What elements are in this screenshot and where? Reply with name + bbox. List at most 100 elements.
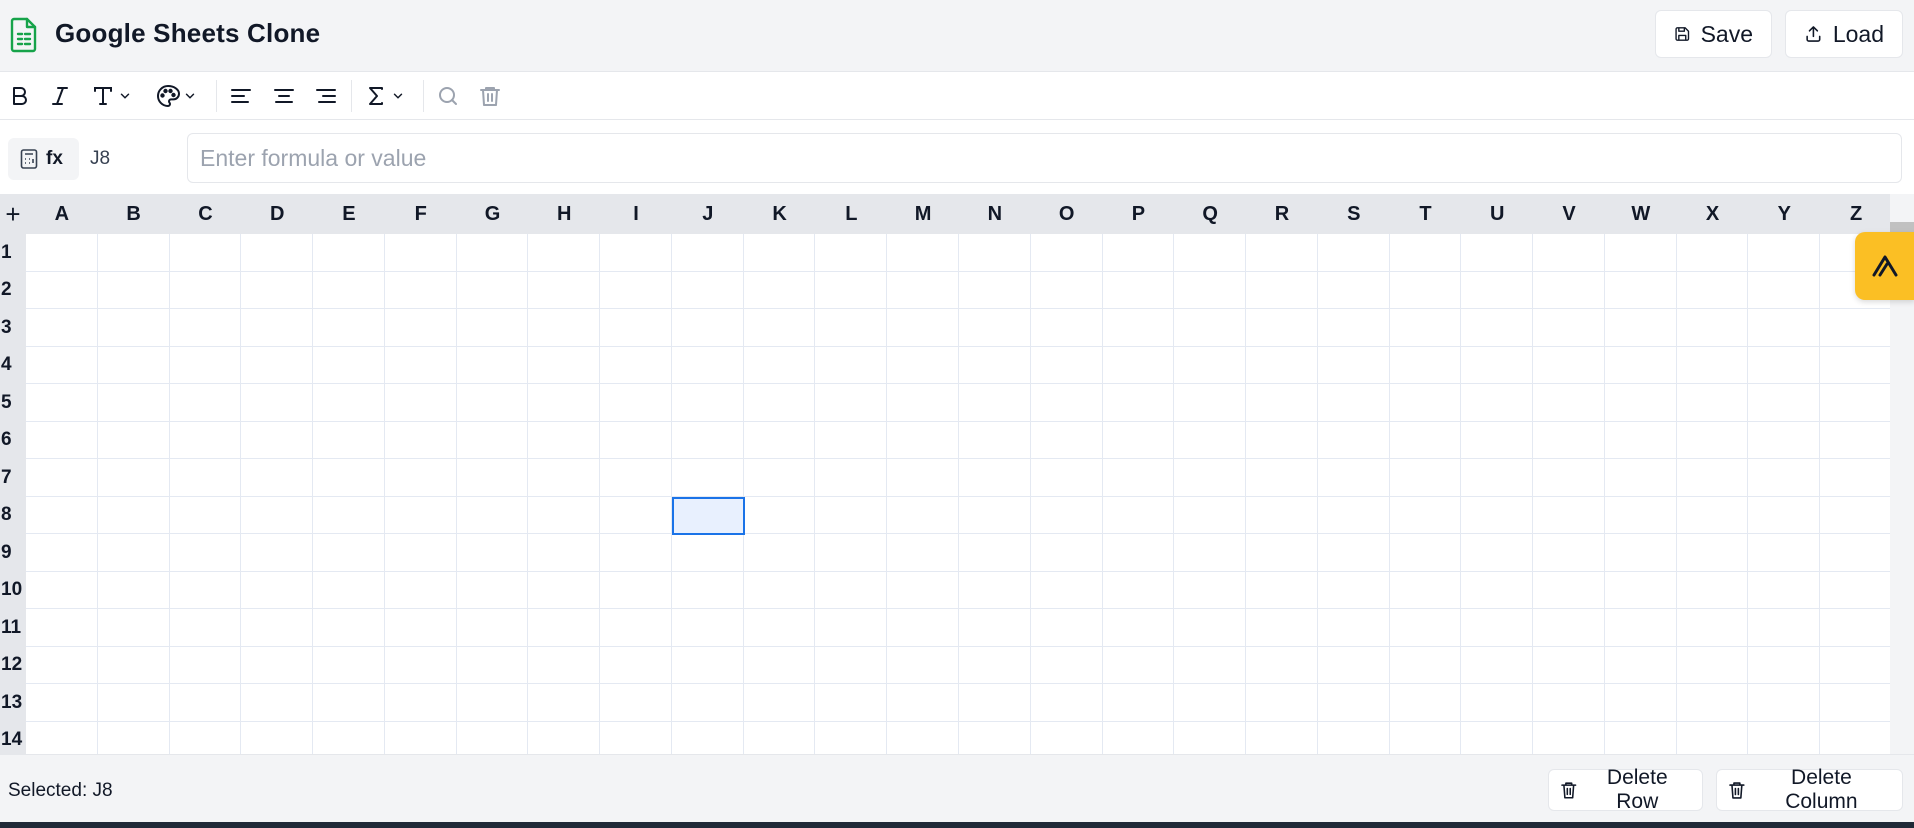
grid-cell[interactable] <box>1820 459 1890 497</box>
grid-cell[interactable] <box>1604 609 1677 647</box>
grid-cell[interactable] <box>1533 421 1605 459</box>
grid-cell[interactable] <box>1030 721 1103 754</box>
grid-cell[interactable] <box>97 309 170 347</box>
grid-cell[interactable] <box>1461 721 1534 754</box>
grid-cell[interactable] <box>1246 271 1318 309</box>
grid-cell[interactable] <box>241 571 314 609</box>
selected-cell[interactable] <box>671 496 745 535</box>
column-header[interactable]: O <box>1031 194 1103 234</box>
grid-cell[interactable] <box>1030 309 1103 347</box>
grid-cell[interactable] <box>456 384 529 422</box>
grid-cell[interactable] <box>1030 459 1103 497</box>
grid-cell[interactable] <box>313 271 385 309</box>
grid-cell[interactable] <box>743 646 816 684</box>
grid-cell[interactable] <box>1676 496 1749 534</box>
grid-cell[interactable] <box>1174 271 1247 309</box>
grid-cell[interactable] <box>1676 421 1749 459</box>
grid-cell[interactable] <box>169 571 242 609</box>
grid-cell[interactable] <box>1676 646 1749 684</box>
align-left-button[interactable] <box>229 82 253 110</box>
grid-cell[interactable] <box>671 609 744 647</box>
grid-cell[interactable] <box>600 646 672 684</box>
grid-cell[interactable] <box>1246 571 1318 609</box>
grid-cell[interactable] <box>1461 534 1534 572</box>
functions-dropdown[interactable] <box>364 82 405 110</box>
grid-cell[interactable] <box>1389 346 1462 384</box>
grid-cell[interactable] <box>671 459 744 497</box>
column-header[interactable]: Y <box>1748 194 1820 234</box>
row-header[interactable]: 7 <box>0 459 26 497</box>
grid-cell[interactable] <box>26 271 98 309</box>
grid-cell[interactable] <box>1820 496 1890 534</box>
text-size-dropdown[interactable] <box>91 82 132 110</box>
grid-cell[interactable] <box>1246 421 1318 459</box>
grid-cell[interactable] <box>1102 646 1175 684</box>
grid-cell[interactable] <box>887 459 959 497</box>
grid-cell[interactable] <box>1676 721 1749 754</box>
grid-cell[interactable] <box>1748 534 1821 572</box>
grid-cell[interactable] <box>241 646 314 684</box>
grid-cell[interactable] <box>1748 609 1821 647</box>
grid-cell[interactable] <box>169 346 242 384</box>
grid-cell[interactable] <box>1389 271 1462 309</box>
grid-cell[interactable] <box>1102 496 1175 534</box>
grid-cell[interactable] <box>241 496 314 534</box>
grid-cell[interactable] <box>384 459 457 497</box>
grid-cell[interactable] <box>97 646 170 684</box>
grid-cell[interactable] <box>1820 309 1890 347</box>
grid-cell[interactable] <box>97 346 170 384</box>
grid-cell[interactable] <box>1461 421 1534 459</box>
grid-cell[interactable] <box>743 684 816 722</box>
grid-cell[interactable] <box>26 346 98 384</box>
grid-cell[interactable] <box>815 309 888 347</box>
grid-cell[interactable] <box>456 459 529 497</box>
grid-cell[interactable] <box>169 384 242 422</box>
grid-cell[interactable] <box>1389 496 1462 534</box>
grid-cell[interactable] <box>1246 459 1318 497</box>
grid-cell[interactable] <box>1030 534 1103 572</box>
grid-cell[interactable] <box>600 721 672 754</box>
grid-cell[interactable] <box>1604 421 1677 459</box>
grid-cell[interactable] <box>959 459 1031 497</box>
column-header[interactable]: Z <box>1820 194 1890 234</box>
grid-cell[interactable] <box>384 646 457 684</box>
grid-cell[interactable] <box>1748 646 1821 684</box>
grid-cell[interactable] <box>313 534 385 572</box>
grid-cell[interactable] <box>169 609 242 647</box>
grid-cell[interactable] <box>1676 271 1749 309</box>
grid-cell[interactable] <box>456 721 529 754</box>
grid-cell[interactable] <box>815 421 888 459</box>
grid-cell[interactable] <box>97 384 170 422</box>
grid-cell[interactable] <box>1246 646 1318 684</box>
column-header[interactable]: T <box>1390 194 1462 234</box>
grid-cell[interactable] <box>384 234 457 272</box>
assistant-widget-button[interactable] <box>1855 232 1914 300</box>
grid-cell[interactable] <box>600 421 672 459</box>
grid-cell[interactable] <box>456 571 529 609</box>
grid-cell[interactable] <box>1030 646 1103 684</box>
grid-cell[interactable] <box>1604 459 1677 497</box>
grid-cell[interactable] <box>671 309 744 347</box>
grid-cell[interactable] <box>743 346 816 384</box>
grid-cell[interactable] <box>528 459 601 497</box>
grid-cell[interactable] <box>959 534 1031 572</box>
grid-cell[interactable] <box>1748 496 1821 534</box>
grid-cell[interactable] <box>887 721 959 754</box>
grid-cell[interactable] <box>1246 609 1318 647</box>
grid-cell[interactable] <box>671 384 744 422</box>
grid-cell[interactable] <box>1246 721 1318 754</box>
grid-cell[interactable] <box>743 234 816 272</box>
row-header[interactable]: 13 <box>0 684 26 722</box>
grid-cell[interactable] <box>1030 384 1103 422</box>
function-button[interactable]: fx <box>8 138 79 180</box>
grid-cell[interactable] <box>887 646 959 684</box>
grid-cell[interactable] <box>384 346 457 384</box>
grid-cell[interactable] <box>97 271 170 309</box>
row-header[interactable]: 1 <box>0 234 26 272</box>
grid-cell[interactable] <box>528 684 601 722</box>
grid-cell[interactable] <box>1676 609 1749 647</box>
grid-cell[interactable] <box>1533 346 1605 384</box>
grid-cell[interactable] <box>1102 309 1175 347</box>
grid-cell[interactable] <box>384 384 457 422</box>
grid-cell[interactable] <box>1748 234 1821 272</box>
